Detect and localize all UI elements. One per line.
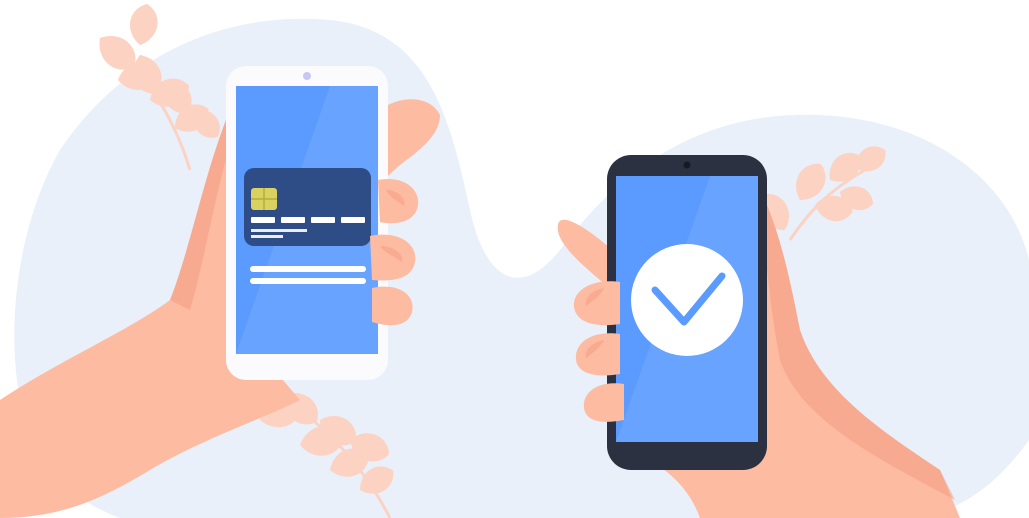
right-phone-camera [683, 161, 691, 169]
left-phone-camera [303, 72, 311, 80]
credit-card-icon [244, 168, 371, 246]
left-phone-line-2 [250, 278, 366, 284]
mobile-payment-illustration [0, 0, 1029, 518]
left-phone [226, 66, 388, 380]
left-phone-line-1 [250, 266, 366, 272]
checkmark-icon [631, 244, 743, 356]
illustration-canvas [0, 1, 1029, 518]
card-chip-icon [251, 188, 277, 210]
right-phone [607, 155, 767, 470]
